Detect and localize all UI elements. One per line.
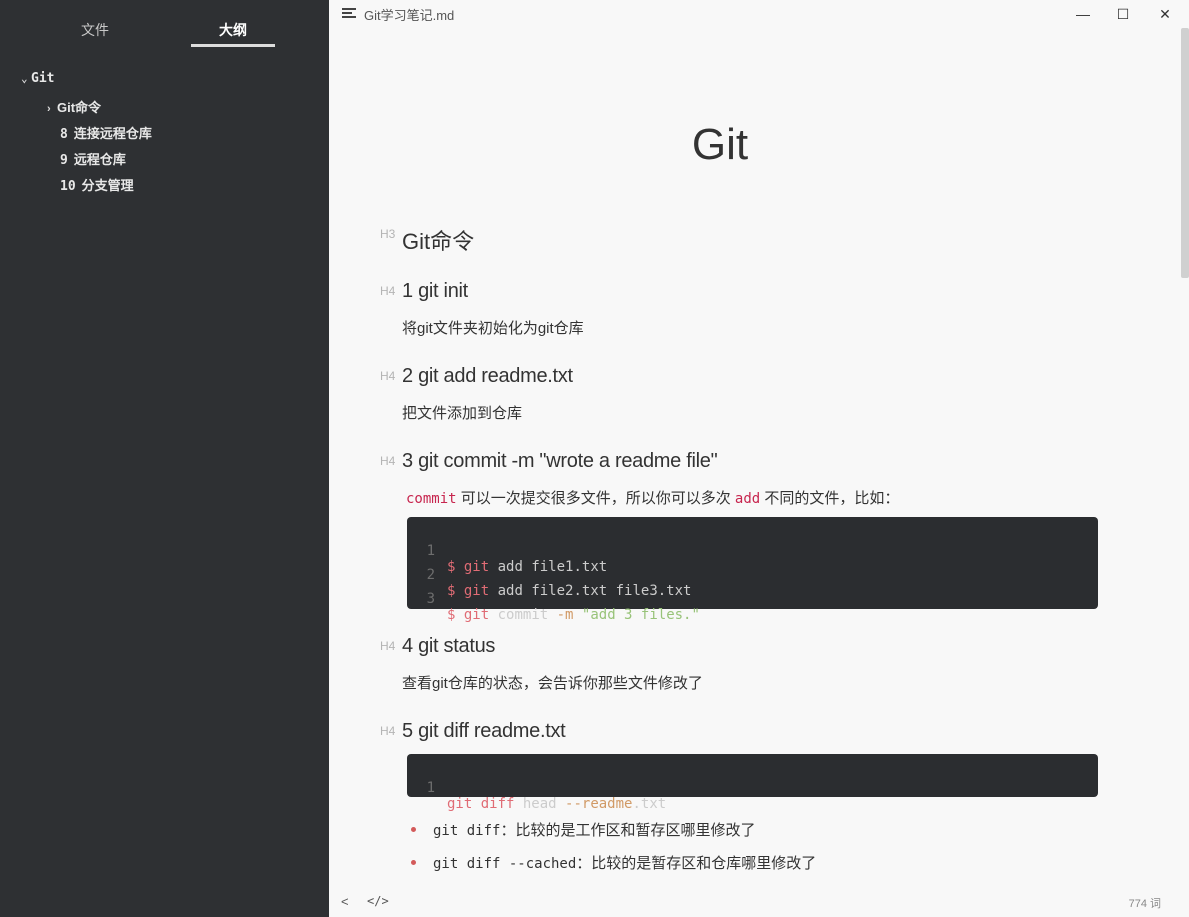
line-number: 3 [426,591,435,607]
outline-item-label: 远程仓库 [73,152,126,167]
outline-item-git[interactable]: ⌄ Git [21,71,54,86]
heading-level-label: H4 [380,724,396,738]
chevron-right-icon[interactable]: › [47,103,57,115]
bullet-icon [411,860,416,865]
list-item: git diff --cached：比较的是暂存区和仓库哪里修改了 [433,855,817,872]
paragraph: commit 可以一次提交很多文件，所以你可以多次 add 不同的文件，比如： [406,487,899,508]
heading-4: 4 git status [402,635,496,657]
paragraph-text: 可以一次提交很多文件，所以你可以多次 [456,490,735,507]
word-count[interactable]: 774 词 [1129,895,1161,911]
tab-files[interactable]: 文件 [53,20,137,40]
editor[interactable]: Git H3 Git命令 H4 1 git init 将git文件夹初始化为gi… [329,28,1189,887]
toggle-sidebar-icon[interactable]: < [341,894,349,909]
heading-level-label: H3 [380,227,396,241]
heading-level-label: H4 [380,369,396,383]
outline-item-label: 分支管理 [81,178,134,193]
inline-code: add [734,491,761,507]
outline-item-label: 连接远程仓库 [73,126,152,141]
code-line: 1 git diff head --readme.txt [407,764,667,812]
outline-item-label: Git命令 [57,100,102,115]
outline-item-git-commands[interactable]: › Git命令 [47,97,101,116]
code-block[interactable]: 1 $ git add file1.txt 2 $ git add file2.… [407,517,1098,623]
bullet-icon [411,827,416,832]
heading-4: 1 git init [402,280,468,302]
outline-item-label: Git [31,71,55,86]
heading-3: Git命令 [402,229,475,254]
chevron-down-icon[interactable]: ⌄ [21,72,31,85]
heading-4: 5 git diff readme.txt [402,720,566,742]
outline-item-connect-remote[interactable]: 8 连接远程仓库 [60,123,152,142]
outline-item-branch-management[interactable]: 10 分支管理 [60,175,134,194]
outline-item-number: 9 [60,153,68,168]
maximize-button[interactable]: ☐ [1113,4,1133,24]
title-bar: Git学习笔记.md — ☐ ✕ [329,0,1189,28]
code-line: 3 $ git commit -m "add 3 files." [407,575,700,623]
menu-icon[interactable] [342,8,356,18]
sidebar: 文件 大纲 ⌄ Git › Git命令 8 连接远程仓库 9 远程仓库 10 分支管理 [0,0,329,917]
list-item: git diff：比较的是工作区和暂存区哪里修改了 [433,822,756,839]
close-button[interactable]: ✕ [1155,4,1175,24]
code-line: 2 $ git add file2.txt file3.txt [407,551,692,599]
sidebar-tabs: 文件 大纲 [0,0,329,60]
code-line: 1 $ git add file1.txt [407,527,608,575]
paragraph-text: 不同的文件，比如： [760,490,900,507]
outline-item-remote-repo[interactable]: 9 远程仓库 [60,149,126,168]
outline-item-number: 8 [60,127,68,142]
line-number: 1 [426,780,435,796]
active-tab-indicator [191,44,275,47]
code-block[interactable]: 1 git diff head --readme.txt [407,754,1098,812]
outline-item-number: 10 [60,179,76,194]
scrollbar[interactable] [1181,28,1189,278]
heading-level-label: H4 [380,639,396,653]
heading-4: 3 git commit -m "wrote a readme file" [402,450,718,472]
status-bar: < </> 774 词 [329,887,1189,917]
minimize-button[interactable]: — [1073,4,1093,24]
source-mode-icon[interactable]: </> [367,894,389,908]
heading-4: 2 git add readme.txt [402,365,573,387]
tab-outline[interactable]: 大纲 [191,20,275,40]
paragraph: 把文件添加到仓库 [402,405,523,422]
inline-code: commit [406,491,457,507]
document-title: Git学习笔记.md [364,8,455,23]
heading-1: Git [691,120,749,169]
paragraph: 查看git仓库的状态，会告诉你那些文件修改了 [402,675,703,692]
heading-level-label: H4 [380,284,396,298]
paragraph: 将git文件夹初始化为git仓库 [402,320,584,337]
heading-level-label: H4 [380,454,396,468]
